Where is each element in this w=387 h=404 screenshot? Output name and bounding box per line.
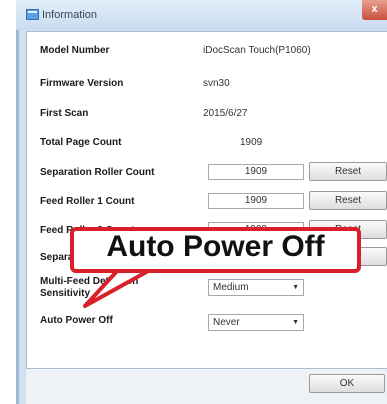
auto-power-off-select[interactable]: Never ▼ bbox=[208, 314, 304, 331]
multi-feed-label-line1: Multi-Feed Detection bbox=[40, 276, 139, 287]
multi-feed-sensitivity-select[interactable]: Medium ▼ bbox=[208, 279, 304, 296]
total-page-count-label: Total Page Count bbox=[40, 137, 122, 148]
total-page-count-value: 1909 bbox=[240, 137, 263, 148]
chevron-down-icon: ▼ bbox=[292, 284, 299, 291]
firmware-version-value: svn30 bbox=[203, 78, 230, 89]
separation-roller-reset-button[interactable]: Reset bbox=[309, 162, 387, 181]
model-number-value: iDocScan Touch(P1060) bbox=[203, 45, 311, 56]
firmware-version-label: Firmware Version bbox=[40, 78, 124, 89]
separation-roller-label: Separation Roller Count bbox=[40, 167, 155, 178]
close-button[interactable]: x bbox=[362, 0, 387, 20]
feed-roller-1-label: Feed Roller 1 Count bbox=[40, 196, 135, 207]
auto-power-off-label: Auto Power Off bbox=[40, 315, 113, 326]
dialog-frame-edge bbox=[16, 0, 19, 404]
window-title: Information bbox=[42, 9, 98, 21]
model-number-label: Model Number bbox=[40, 45, 110, 56]
auto-power-off-selected-value: Never bbox=[213, 317, 240, 328]
first-scan-label: First Scan bbox=[40, 108, 89, 119]
multi-feed-label-line2: Sensitivity bbox=[40, 288, 91, 299]
close-icon: x bbox=[371, 3, 378, 15]
chevron-down-icon: ▼ bbox=[292, 319, 299, 326]
feed-roller-1-reset-button[interactable]: Reset bbox=[309, 191, 387, 210]
ok-button[interactable]: OK bbox=[309, 374, 385, 393]
callout-text: Auto Power Off bbox=[106, 230, 325, 263]
separation-roller-count-field: 1909 bbox=[208, 164, 304, 180]
feed-roller-1-count-field: 1909 bbox=[208, 193, 304, 209]
first-scan-value: 2015/6/27 bbox=[203, 108, 248, 119]
window-icon bbox=[26, 9, 39, 20]
multi-feed-selected-value: Medium bbox=[213, 282, 249, 293]
